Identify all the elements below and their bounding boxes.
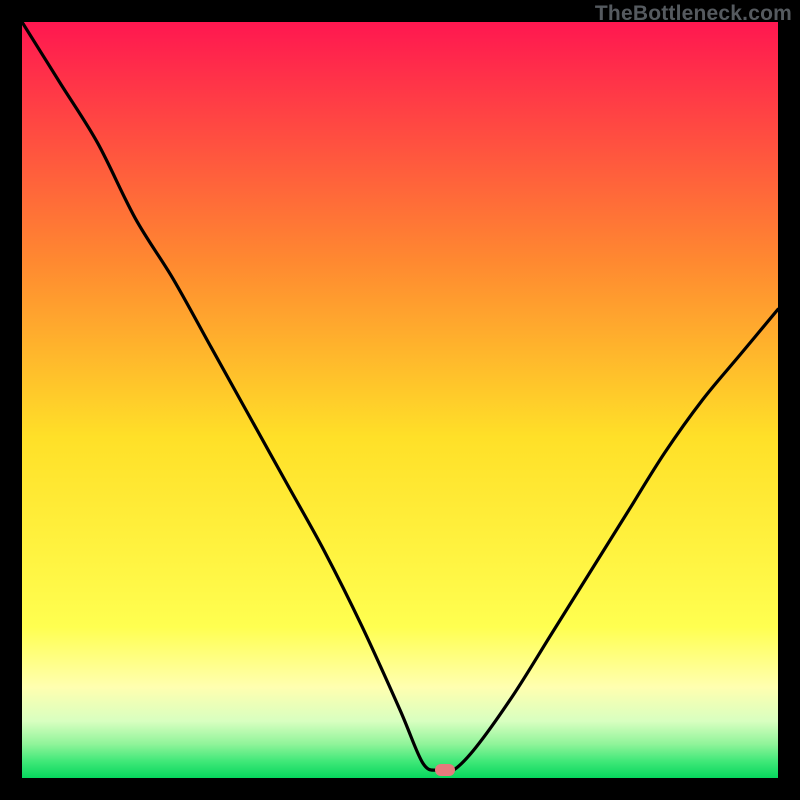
- chart-frame: TheBottleneck.com: [0, 0, 800, 800]
- curve-layer: [22, 22, 778, 778]
- optimum-marker: [435, 764, 455, 776]
- bottleneck-curve: [22, 22, 778, 772]
- plot-area: [22, 22, 778, 778]
